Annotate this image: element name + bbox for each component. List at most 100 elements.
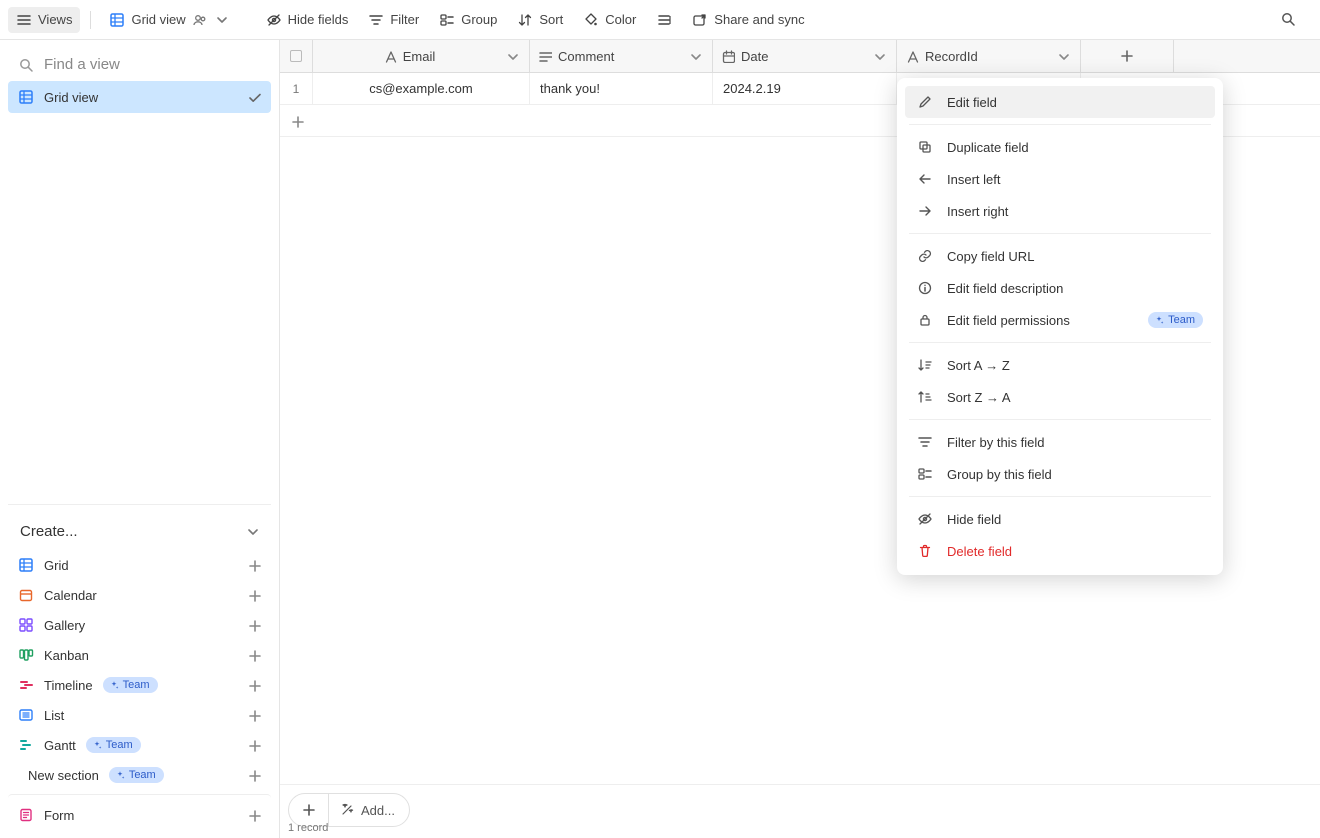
column-label: RecordId	[925, 49, 978, 64]
info-icon	[917, 280, 933, 296]
team-badge: Team	[86, 737, 141, 753]
sort-icon	[517, 12, 533, 28]
sparkle-icon	[92, 740, 102, 750]
ctx-sort-za[interactable]: Sort Z → A	[905, 381, 1215, 413]
add-column-button[interactable]	[1081, 40, 1174, 72]
share-sync-button[interactable]: Share and sync	[684, 7, 812, 33]
cell-comment[interactable]: thank you!	[530, 73, 713, 104]
text-type-icon	[383, 49, 397, 63]
footer-add-label: Add...	[361, 803, 395, 818]
people-icon	[192, 12, 208, 28]
plus-icon	[247, 708, 261, 722]
chevron-down-icon	[505, 49, 519, 63]
menu-separator	[909, 233, 1211, 234]
ctx-group[interactable]: Group by this field	[905, 458, 1215, 490]
ctx-item-label: Edit field	[947, 95, 997, 110]
create-header[interactable]: Create...	[8, 517, 271, 550]
column-dropdown-button[interactable]	[686, 47, 704, 65]
grid-icon	[18, 89, 34, 105]
create-view-gantt[interactable]: GanttTeam	[8, 730, 271, 760]
ctx-item-label: Duplicate field	[947, 140, 1029, 155]
sort-az-icon	[917, 357, 933, 373]
select-all-checkbox[interactable]	[280, 40, 313, 72]
sort-button[interactable]: Sort	[509, 7, 571, 33]
filter-icon	[917, 434, 933, 450]
timeline-icon	[18, 677, 34, 693]
color-button[interactable]: Color	[575, 7, 644, 33]
plus-icon	[247, 738, 261, 752]
cell-email[interactable]: cs@example.com	[313, 73, 530, 104]
current-view-button[interactable]: Grid view	[101, 7, 237, 33]
team-badge: Team	[109, 767, 164, 783]
ctx-sort-az[interactable]: Sort A → Z	[905, 349, 1215, 381]
create-view-timeline[interactable]: TimelineTeam	[8, 670, 271, 700]
ctx-lock[interactable]: Edit field permissionsTeam	[905, 304, 1215, 336]
filter-icon	[368, 12, 384, 28]
ctx-item-label: Sort Z → A	[947, 390, 1011, 405]
column-header-email[interactable]: Email	[313, 40, 530, 72]
create-view-section[interactable]: New sectionTeam	[8, 760, 271, 790]
hide-fields-button[interactable]: Hide fields	[258, 7, 357, 33]
ctx-item-label: Insert left	[947, 172, 1000, 187]
link-icon	[917, 248, 933, 264]
footer-add-menu-button[interactable]: Add...	[329, 794, 409, 826]
ctx-arrow-left[interactable]: Insert left	[905, 163, 1215, 195]
sidebar-view-grid[interactable]: Grid view	[8, 81, 271, 113]
create-view-form[interactable]: Form	[8, 794, 271, 830]
plus-icon	[247, 768, 261, 782]
views-toggle-button[interactable]: Views	[8, 7, 80, 33]
ctx-pencil[interactable]: Edit field	[905, 86, 1215, 118]
search-icon	[18, 57, 34, 73]
ctx-trash[interactable]: Delete field	[905, 535, 1215, 567]
create-view-list[interactable]: List	[8, 700, 271, 730]
kanban-icon	[18, 647, 34, 663]
toolbar-separator	[90, 11, 91, 29]
sort-za-icon	[917, 389, 933, 405]
ctx-duplicate[interactable]: Duplicate field	[905, 131, 1215, 163]
calendar-icon	[18, 587, 34, 603]
plus-icon	[247, 618, 261, 632]
create-view-kanban[interactable]: Kanban	[8, 640, 271, 670]
plus-icon	[290, 114, 304, 128]
arrow-left-icon	[917, 171, 933, 187]
lock-icon	[917, 312, 933, 328]
share-label: Share and sync	[714, 12, 804, 27]
search-button[interactable]	[1274, 5, 1304, 35]
ctx-info[interactable]: Edit field description	[905, 272, 1215, 304]
column-header-comment[interactable]: Comment	[530, 40, 713, 72]
find-view-placeholder: Find a view	[44, 56, 120, 73]
filter-button[interactable]: Filter	[360, 7, 427, 33]
ctx-hide[interactable]: Hide field	[905, 503, 1215, 535]
chevron-down-icon	[214, 12, 230, 28]
create-view-gallery[interactable]: Gallery	[8, 610, 271, 640]
plus-icon	[1119, 48, 1135, 64]
ctx-link[interactable]: Copy field URL	[905, 240, 1215, 272]
menu-separator	[909, 496, 1211, 497]
column-dropdown-button[interactable]	[503, 47, 521, 65]
ctx-filter[interactable]: Filter by this field	[905, 426, 1215, 458]
sidebar-view-label: Grid view	[44, 90, 98, 105]
plus-icon	[247, 558, 261, 572]
team-badge: Team	[103, 677, 158, 693]
column-dropdown-button[interactable]	[870, 47, 888, 65]
sparkle-icon	[109, 680, 119, 690]
create-view-calendar[interactable]: Calendar	[8, 580, 271, 610]
group-button[interactable]: Group	[431, 7, 505, 33]
find-view-input[interactable]: Find a view	[8, 48, 271, 81]
column-dropdown-button[interactable]	[1054, 47, 1072, 65]
cell-date[interactable]: 2024.2.19	[713, 73, 897, 104]
row-number: 1	[280, 73, 313, 104]
ctx-arrow-right[interactable]: Insert right	[905, 195, 1215, 227]
longtext-type-icon	[538, 49, 552, 63]
create-item-label: Form	[44, 808, 74, 823]
create-view-grid[interactable]: Grid	[8, 550, 271, 580]
chevron-down-icon	[872, 49, 886, 63]
column-header-recordid[interactable]: RecordId	[897, 40, 1081, 72]
add-row-plus[interactable]	[280, 105, 313, 136]
column-header-date[interactable]: Date	[713, 40, 897, 72]
search-icon	[1280, 11, 1298, 29]
row-height-button[interactable]	[648, 7, 680, 33]
views-label: Views	[38, 12, 72, 27]
group-icon	[917, 466, 933, 482]
toolbar: Views Grid view Hide fields Filter Group…	[0, 0, 1320, 40]
